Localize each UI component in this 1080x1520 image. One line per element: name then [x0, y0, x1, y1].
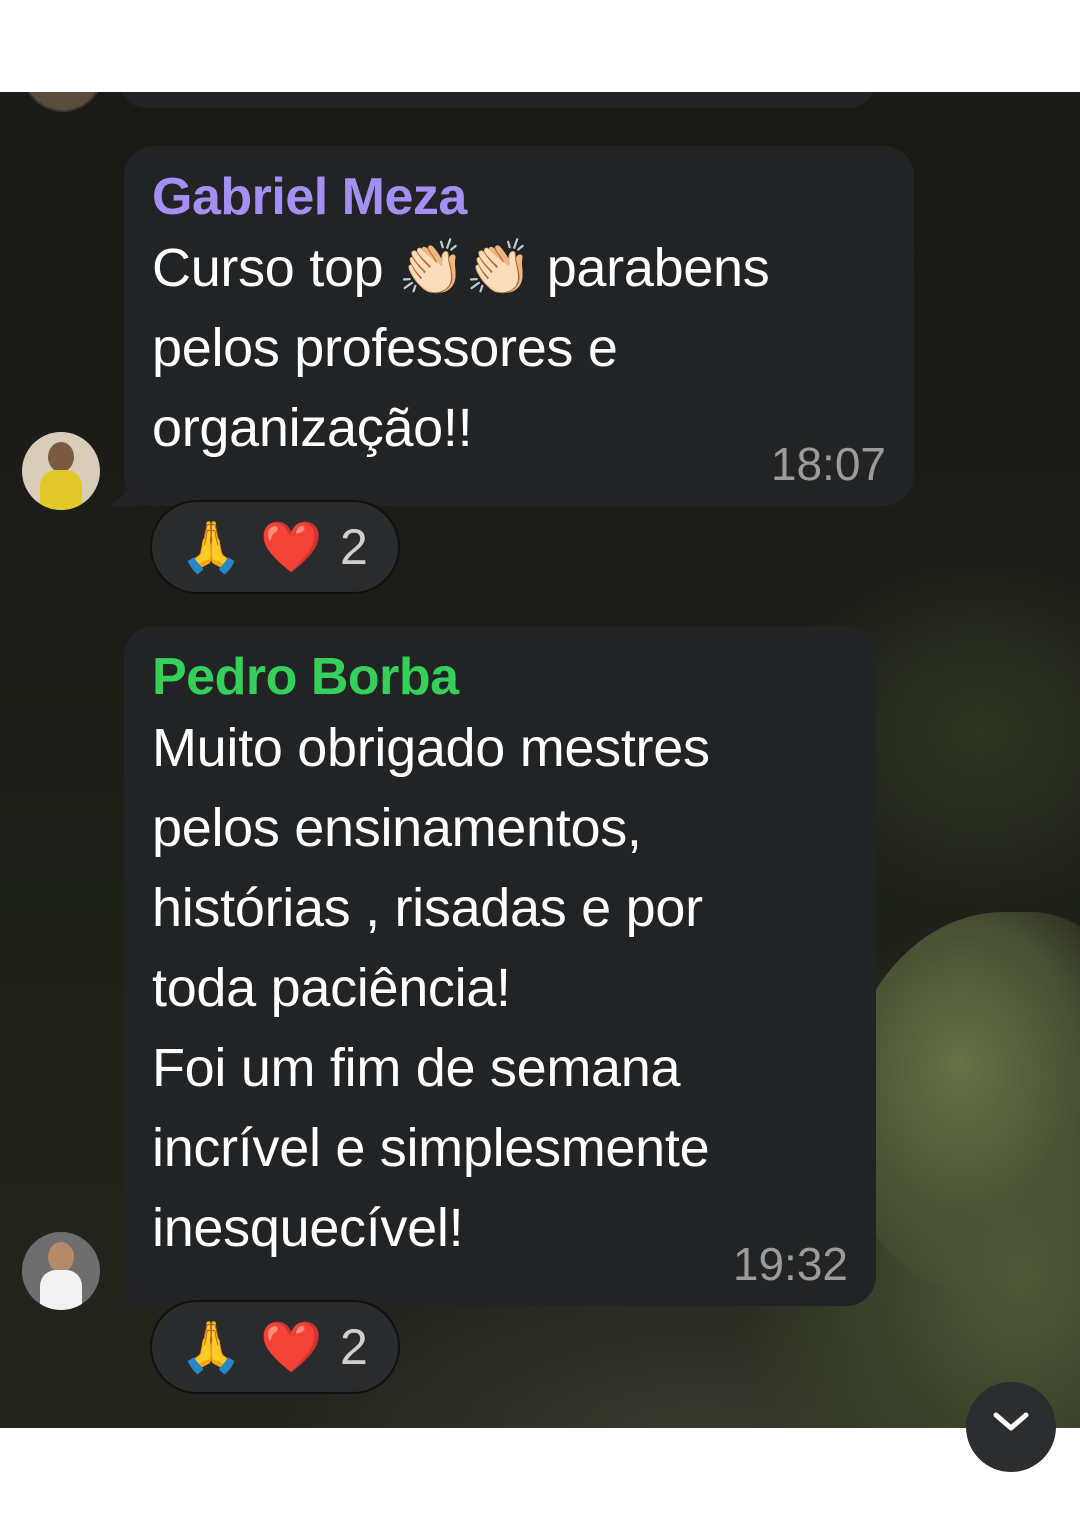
pray-emoji-icon: 🙏 [180, 519, 243, 575]
avatar-gabriel-meza[interactable] [22, 432, 100, 510]
scroll-down-button[interactable] [966, 1382, 1056, 1472]
heart-emoji-icon: ❤️ [260, 519, 323, 575]
pray-emoji-icon: 🙏 [180, 1319, 243, 1375]
message-time: 18:07 [770, 438, 886, 490]
avatar-body [40, 470, 82, 510]
avatar[interactable] [22, 92, 104, 112]
chevron-down-icon [993, 1412, 1029, 1431]
page: Gabriel Meza Curso top 👏🏻👏🏻 parabens pel… [0, 0, 1080, 1520]
reaction-count: 2 [340, 1319, 368, 1375]
reactions-bar[interactable]: 🙏 ❤️ 2 [150, 500, 400, 594]
reactions-bar[interactable]: 🙏 ❤️ 2 [150, 1300, 400, 1394]
sender-name[interactable]: Pedro Borba [152, 646, 848, 708]
avatar-pedro-borba[interactable] [22, 1232, 100, 1310]
chat-area[interactable]: Gabriel Meza Curso top 👏🏻👏🏻 parabens pel… [0, 92, 1080, 1428]
avatar-body [40, 1270, 82, 1310]
message-bubble[interactable]: Pedro Borba Muito obrigado mestres pelos… [124, 626, 876, 1306]
previous-message-bubble[interactable] [120, 92, 875, 108]
message-text: Muito obrigado mestres pelos ensinamento… [152, 718, 710, 1258]
reaction-count: 2 [340, 519, 368, 575]
wallpaper-figure [840, 912, 1080, 1292]
message-bubble[interactable]: Gabriel Meza Curso top 👏🏻👏🏻 parabens pel… [124, 146, 914, 506]
message-time: 19:32 [732, 1238, 848, 1290]
message-text: Curso top 👏🏻👏🏻 parabens pelos professore… [152, 238, 770, 458]
sender-name[interactable]: Gabriel Meza [152, 166, 886, 228]
avatar-head [48, 442, 74, 472]
avatar-head [48, 1242, 74, 1272]
heart-emoji-icon: ❤️ [260, 1319, 323, 1375]
